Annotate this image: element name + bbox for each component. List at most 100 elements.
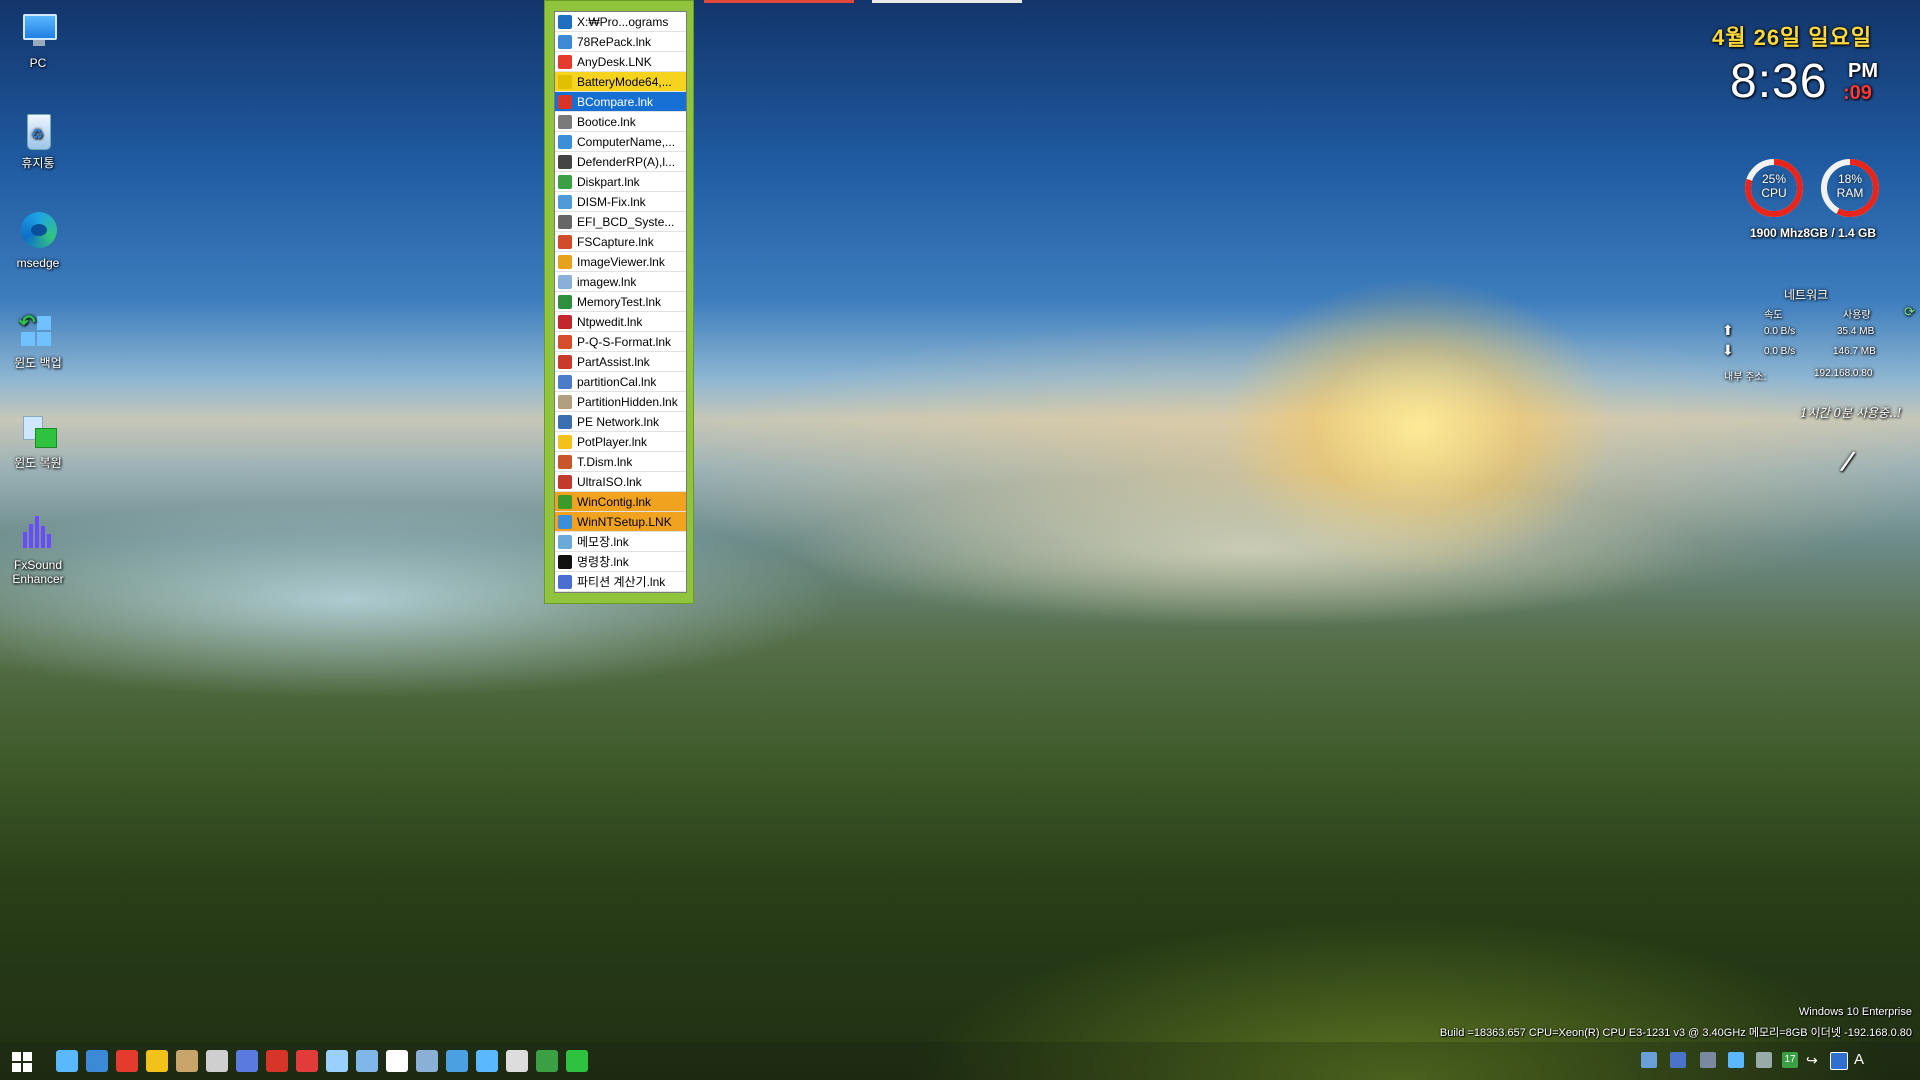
tools-icon: [558, 214, 572, 229]
cpu-gauge: 25% CPU: [1744, 158, 1804, 218]
refresh-icon[interactable]: ⟳: [1904, 304, 1915, 320]
launcher-item-label: 78RePack.lnk: [577, 34, 652, 49]
launcher-item[interactable]: EFI_BCD_Syste...: [555, 212, 686, 232]
top-edge-tab-white[interactable]: [872, 0, 1022, 3]
ntpwedit-icon: [558, 314, 572, 329]
tray-badge-icon[interactable]: 17: [1782, 1052, 1798, 1068]
tray-monitor-icon[interactable]: [1756, 1052, 1772, 1068]
fscapture-icon: [558, 234, 572, 249]
launcher-item[interactable]: PotPlayer.lnk: [555, 432, 686, 452]
launcher-item[interactable]: FSCapture.lnk: [555, 232, 686, 252]
desktop-icon-windows-restore[interactable]: 윈도 복원: [0, 410, 76, 470]
desktop-icon-pc[interactable]: PC: [0, 10, 76, 70]
launcher-item[interactable]: DISM-Fix.lnk: [555, 192, 686, 212]
picture-icon[interactable]: [446, 1050, 468, 1072]
h-app-icon[interactable]: [536, 1050, 558, 1072]
windows-start-icon[interactable]: [12, 1052, 32, 1072]
desktop-icon-windows-backup[interactable]: ↶ 윈도 백업: [0, 310, 76, 370]
launcher-item[interactable]: WinContig.lnk: [555, 492, 686, 512]
winntsetup-icon: [558, 514, 572, 529]
download-speed: 0.0 B/s: [1764, 346, 1796, 357]
launcher-item[interactable]: ComputerName,...: [555, 132, 686, 152]
hat-icon[interactable]: [296, 1050, 318, 1072]
edge-icon[interactable]: [236, 1050, 258, 1072]
tdism-icon: [558, 454, 572, 469]
launcher-item-label: 메모장.lnk: [577, 535, 629, 549]
desktop-icon-recycle-bin[interactable]: ♻ 휴지통: [0, 110, 76, 170]
launcher-item[interactable]: PE Network.lnk: [555, 412, 686, 432]
launcher-item[interactable]: BCompare.lnk: [555, 92, 686, 112]
shield-icon[interactable]: [386, 1050, 408, 1072]
launcher-item[interactable]: partitionCal.lnk: [555, 372, 686, 392]
window-icon[interactable]: [416, 1050, 438, 1072]
diamond-icon[interactable]: [206, 1050, 228, 1072]
upload-speed: 0.0 B/s: [1764, 326, 1796, 337]
launcher-item-label: DISM-Fix.lnk: [577, 194, 646, 209]
launcher-item[interactable]: ImageViewer.lnk: [555, 252, 686, 272]
launcher-item[interactable]: imagew.lnk: [555, 272, 686, 292]
clock-date: 4월 26일 일요일: [1712, 25, 1873, 50]
tray-app-icon[interactable]: [1700, 1052, 1716, 1068]
launcher-item[interactable]: 명령창.lnk: [555, 552, 686, 572]
cpu-label: CPU: [1761, 186, 1787, 200]
os-build-info: Build =18363.657 CPU=Xeon(R) CPU E3-1231…: [1439, 1027, 1912, 1039]
cpu-percent: 25%: [1761, 172, 1787, 186]
launcher-item-label: WinContig.lnk: [577, 494, 652, 509]
upload-usage: 35.4 MB: [1837, 326, 1875, 337]
desktop-icon-fxsound[interactable]: FxSound Enhancer: [0, 512, 76, 586]
document-icon[interactable]: [356, 1050, 378, 1072]
launcher-item[interactable]: 파티션 계산기.lnk: [555, 572, 686, 592]
cloud-icon[interactable]: [326, 1050, 348, 1072]
fxsound-icon: [17, 512, 59, 554]
launcher-item[interactable]: T.Dism.lnk: [555, 452, 686, 472]
color-icon[interactable]: [266, 1050, 288, 1072]
network-usage-header: 사용량: [1843, 310, 1871, 321]
launcher-item[interactable]: Diskpart.lnk: [555, 172, 686, 192]
ime-indicator[interactable]: A: [1854, 1052, 1870, 1068]
clock-ampm: PM: [1848, 60, 1878, 82]
desktop-icon-msedge[interactable]: msedge: [0, 210, 76, 270]
launcher-list: X:₩Pro...ograms 78RePack.lnk AnyDesk.LNK Ba…: [554, 11, 687, 593]
edge-icon: [17, 210, 59, 252]
anydesk-icon[interactable]: [116, 1050, 138, 1072]
archive-icon[interactable]: [176, 1050, 198, 1072]
windows-backup-icon: ↶: [17, 310, 59, 352]
folder-bl-icon: [558, 14, 572, 29]
refresh-icon[interactable]: [566, 1050, 588, 1072]
launcher-item[interactable]: 메모장.lnk: [555, 532, 686, 552]
launcher-item[interactable]: UltraISO.lnk: [555, 472, 686, 492]
launcher-item[interactable]: AnyDesk.LNK: [555, 52, 686, 72]
launcher-item[interactable]: PartitionHidden.lnk: [555, 392, 686, 412]
tray-window-icon[interactable]: [1830, 1052, 1848, 1070]
computer-icon[interactable]: [476, 1050, 498, 1072]
partition-calc-icon: [558, 574, 572, 589]
dism-icon: [558, 194, 572, 209]
launcher-item[interactable]: MemoryTest.lnk: [555, 292, 686, 312]
launcher-item[interactable]: WinNTSetup.LNK: [555, 512, 686, 532]
pinned-app-icon[interactable]: [86, 1050, 108, 1072]
desktop-icon[interactable]: [56, 1050, 78, 1072]
tray-network-icon[interactable]: [1641, 1052, 1657, 1068]
launcher-item[interactable]: DefenderRP(A),l...: [555, 152, 686, 172]
clock-time: 8:36: [1730, 55, 1828, 108]
launcher-item[interactable]: 78RePack.lnk: [555, 32, 686, 52]
potplayer-icon[interactable]: [146, 1050, 168, 1072]
ram-label: RAM: [1836, 186, 1864, 200]
tray-chart-icon[interactable]: [1670, 1052, 1686, 1068]
network-title: 네트워크: [1784, 288, 1829, 302]
launcher-item[interactable]: BatteryMode64,...: [555, 72, 686, 92]
desktop-icon-label: msedge: [16, 256, 60, 270]
tray-usb-icon[interactable]: [1728, 1052, 1744, 1068]
launcher-item[interactable]: X:₩Pro...ograms: [555, 12, 686, 32]
launcher-item[interactable]: Ntpwedit.lnk: [555, 312, 686, 332]
desktop-icon-label: 윈도 백업: [14, 356, 62, 370]
launcher-item[interactable]: P-Q-S-Format.lnk: [555, 332, 686, 352]
tools-icon[interactable]: [506, 1050, 528, 1072]
top-edge-tab-red[interactable]: [704, 0, 854, 3]
launcher-item[interactable]: PartAssist.lnk: [555, 352, 686, 372]
launcher-item[interactable]: Bootice.lnk: [555, 112, 686, 132]
launcher-item-label: FSCapture.lnk: [577, 234, 654, 249]
bcompare-icon: [558, 94, 572, 109]
system-summary: 1900 Mhz8GB / 1.4 GB: [1750, 226, 1877, 240]
tray-arrow-icon[interactable]: ↪: [1806, 1052, 1822, 1068]
